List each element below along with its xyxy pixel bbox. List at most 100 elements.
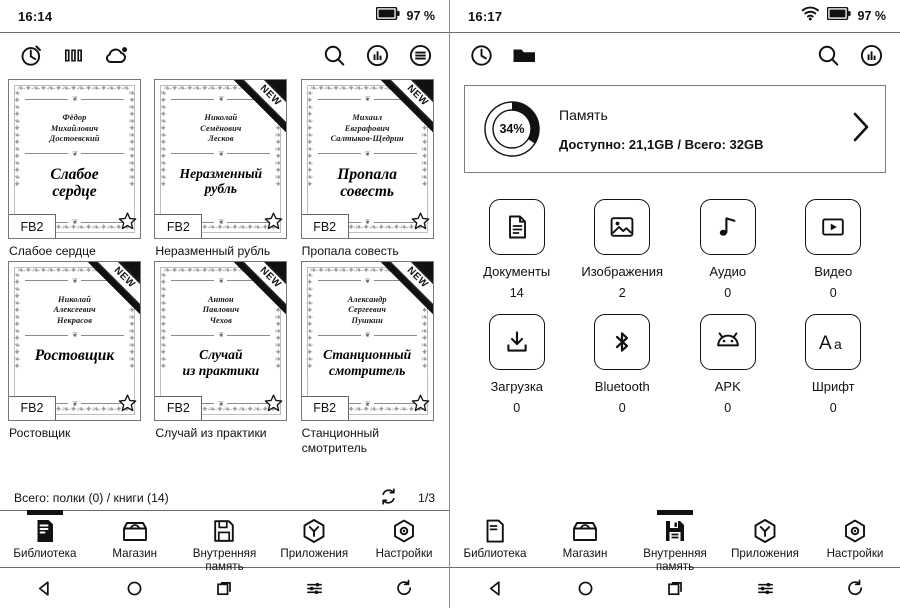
chevron-right-icon[interactable] bbox=[847, 110, 873, 149]
stats-circle-icon[interactable] bbox=[856, 40, 886, 70]
folder-icon[interactable] bbox=[509, 40, 539, 70]
menu-circle-icon[interactable] bbox=[405, 40, 435, 70]
dual-screenshot: 16:14 97 % ❧·✦·❧·✦·❧·✦·❧·✦·❧·✦·❧·✦·❧·✦·❧… bbox=[0, 0, 900, 608]
tab-5[interactable]: Настройки bbox=[810, 511, 900, 560]
tab-4[interactable]: Приложения bbox=[269, 511, 359, 560]
category-item[interactable]: Bluetooth 0 bbox=[570, 314, 676, 415]
storage-body: 34% Память Доступно: 21,1GB / Всего: 32G… bbox=[450, 77, 900, 511]
tab-4[interactable]: Приложения bbox=[720, 511, 810, 560]
memory-card[interactable]: 34% Память Доступно: 21,1GB / Всего: 32G… bbox=[464, 85, 886, 173]
android-icon[interactable] bbox=[699, 314, 756, 370]
tab-3[interactable]: Внутренняя память bbox=[180, 511, 270, 573]
back-nav-icon[interactable] bbox=[450, 579, 540, 598]
format-badge: FB2 bbox=[301, 395, 349, 420]
format-badge: FB2 bbox=[155, 395, 203, 420]
favorite-star-icon[interactable] bbox=[411, 212, 430, 236]
tab-2[interactable]: Магазин bbox=[540, 511, 630, 560]
category-item[interactable]: Видео 0 bbox=[781, 199, 887, 300]
recents-nav-icon[interactable] bbox=[630, 579, 720, 598]
new-badge: NEW bbox=[234, 80, 287, 132]
image-icon[interactable] bbox=[594, 199, 651, 255]
book-item[interactable]: ❧·✦·❧·✦·❧·✦·❧·✦·❧·✦·❧·✦·❧·✦·❧ ❧·✦·❧·✦·❧·… bbox=[154, 260, 294, 456]
back-nav-icon[interactable] bbox=[0, 579, 90, 598]
favorite-star-icon[interactable] bbox=[118, 394, 137, 418]
audio-note-icon[interactable] bbox=[699, 199, 756, 255]
category-item[interactable]: APK 0 bbox=[675, 314, 781, 415]
tab-5[interactable]: Настройки bbox=[359, 511, 449, 560]
cover-title: Случай из практики bbox=[182, 347, 260, 378]
book-cover[interactable]: ❧·✦·❧·✦·❧·✦·❧·✦·❧·✦·❧·✦·❧·✦·❧ ❧·✦·❧·✦·❧·… bbox=[8, 79, 141, 239]
recent-clock-icon[interactable] bbox=[16, 40, 46, 70]
tab-label: Магазин bbox=[562, 547, 608, 560]
bluetooth-icon[interactable] bbox=[594, 314, 651, 370]
category-item[interactable]: Аудио 0 bbox=[675, 199, 781, 300]
tab-2[interactable]: Магазин bbox=[90, 511, 180, 560]
settings-sliders-nav-icon[interactable] bbox=[269, 579, 359, 598]
book-item[interactable]: ❧·✦·❧·✦·❧·✦·❧·✦·❧·✦·❧·✦·❧·✦·❧ ❧·✦·❧·✦·❧·… bbox=[8, 260, 148, 456]
home-nav-icon[interactable] bbox=[540, 579, 630, 598]
category-label: Bluetooth bbox=[594, 379, 650, 394]
book-item[interactable]: ❧·✦·❧·✦·❧·✦·❧·✦·❧·✦·❧·✦·❧·✦·❧ ❧·✦·❧·✦·❧·… bbox=[154, 79, 294, 259]
category-label: Загрузка bbox=[490, 379, 544, 394]
svg-text:A: A bbox=[819, 333, 832, 354]
book-title: Случай из практики bbox=[155, 425, 267, 440]
book-cover[interactable]: ❧·✦·❧·✦·❧·✦·❧·✦·❧·✦·❧·✦·❧·✦·❧ ❧·✦·❧·✦·❧·… bbox=[300, 260, 434, 421]
recent-clock-icon[interactable] bbox=[466, 40, 496, 70]
book-item[interactable]: ❧·✦·❧·✦·❧·✦·❧·✦·❧·✦·❧·✦·❧·✦·❧ ❧·✦·❧·✦·❧·… bbox=[300, 260, 441, 456]
search-icon[interactable] bbox=[813, 40, 843, 70]
book-grid: ❧·✦·❧·✦·❧·✦·❧·✦·❧·✦·❧·✦·❧·✦·❧ ❧·✦·❧·✦·❧·… bbox=[8, 79, 441, 456]
refresh-nav-icon[interactable] bbox=[810, 579, 900, 598]
category-item[interactable]: Документы 14 bbox=[464, 199, 570, 300]
category-label: Документы bbox=[483, 264, 551, 279]
category-item[interactable]: Изображения 2 bbox=[570, 199, 676, 300]
book-cover[interactable]: ❧·✦·❧·✦·❧·✦·❧·✦·❧·✦·❧·✦·❧·✦·❧ ❧·✦·❧·✦·❧·… bbox=[154, 79, 288, 239]
book-item[interactable]: ❧·✦·❧·✦·❧·✦·❧·✦·❧·✦·❧·✦·❧·✦·❧ ❧·✦·❧·✦·❧·… bbox=[8, 79, 148, 259]
book-cover[interactable]: ❧·✦·❧·✦·❧·✦·❧·✦·❧·✦·❧·✦·❧·✦·❧ ❧·✦·❧·✦·❧·… bbox=[300, 79, 434, 239]
memory-title: Память bbox=[559, 106, 608, 123]
book-cover[interactable]: ❧·✦·❧·✦·❧·✦·❧·✦·❧·✦·❧·✦·❧·✦·❧ ❧·✦·❧·✦·❧·… bbox=[154, 260, 288, 421]
tab-label: Библиотека bbox=[463, 547, 527, 560]
video-play-icon[interactable] bbox=[805, 199, 862, 255]
favorite-star-icon[interactable] bbox=[264, 394, 283, 418]
favorite-star-icon[interactable] bbox=[411, 394, 430, 418]
memory-text: Память Доступно: 21,1GB / Всего: 32GB bbox=[559, 107, 831, 152]
category-item[interactable]: Aa Шрифт 0 bbox=[781, 314, 887, 415]
search-icon[interactable] bbox=[319, 40, 349, 70]
cloud-icon[interactable] bbox=[102, 40, 132, 70]
tab-active-indicator bbox=[657, 510, 693, 515]
stats-circle-icon[interactable] bbox=[362, 40, 392, 70]
refresh-nav-icon[interactable] bbox=[359, 579, 449, 598]
refresh-icon[interactable] bbox=[379, 487, 398, 509]
tab-3-active[interactable]: Внутренняя память bbox=[630, 510, 720, 573]
favorite-star-icon[interactable] bbox=[264, 212, 283, 236]
battery-percent: 97 % bbox=[406, 9, 436, 23]
home-nav-icon[interactable] bbox=[90, 579, 180, 598]
book-item[interactable]: ❧·✦·❧·✦·❧·✦·❧·✦·❧·✦·❧·✦·❧·✦·❧ ❧·✦·❧·✦·❧·… bbox=[300, 79, 441, 259]
favorite-star-icon[interactable] bbox=[118, 212, 137, 236]
library-toolbar-left bbox=[16, 40, 132, 70]
recents-nav-icon[interactable] bbox=[180, 579, 270, 598]
font-aa-icon[interactable]: Aa bbox=[805, 314, 862, 370]
battery-percent: 97 % bbox=[857, 9, 887, 23]
status-time: 16:14 bbox=[18, 8, 53, 24]
document-icon[interactable] bbox=[488, 199, 545, 255]
tab-1-active[interactable]: Библиотека bbox=[0, 510, 90, 560]
download-icon[interactable] bbox=[488, 314, 545, 370]
tab-label: Приложения bbox=[731, 547, 799, 560]
cover-title: Станционный смотритель bbox=[323, 347, 412, 378]
tab-1[interactable]: Библиотека bbox=[450, 511, 540, 560]
cover-rule-mid: ❦ bbox=[25, 331, 124, 339]
battery-icon bbox=[826, 6, 851, 25]
tab-label: Библиотека bbox=[13, 547, 77, 560]
category-item[interactable]: Загрузка 0 bbox=[464, 314, 570, 415]
bookshelf-icon[interactable] bbox=[59, 40, 89, 70]
save-disk-icon bbox=[663, 518, 687, 544]
book-title: Пропала совесть bbox=[301, 244, 399, 258]
settings-sliders-nav-icon[interactable] bbox=[720, 579, 810, 598]
category-label: Шрифт bbox=[811, 379, 855, 394]
library-panel: 16:14 97 % ❧·✦·❧·✦·❧·✦·❧·✦·❧·✦·❧·✦·❧·✦·❧… bbox=[0, 0, 450, 608]
book-cover[interactable]: ❧·✦·❧·✦·❧·✦·❧·✦·❧·✦·❧·✦·❧·✦·❧ ❧·✦·❧·✦·❧·… bbox=[8, 260, 141, 421]
new-badge: NEW bbox=[380, 80, 433, 132]
wifi-icon bbox=[801, 6, 820, 26]
library-toolbar bbox=[0, 33, 449, 77]
